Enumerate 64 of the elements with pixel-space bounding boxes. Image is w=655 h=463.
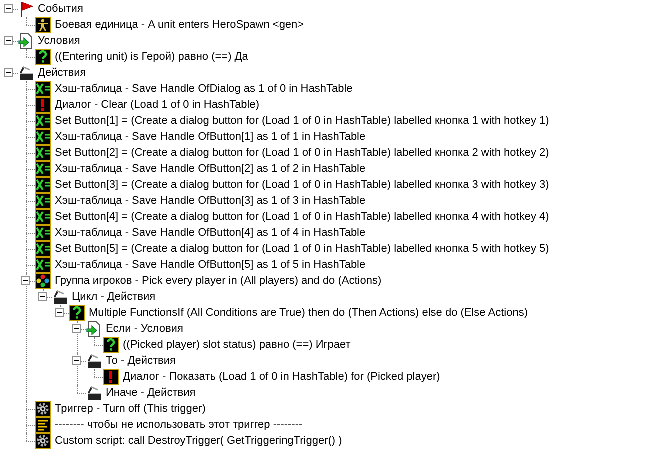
question-icon xyxy=(35,49,51,65)
comment-lines-icon xyxy=(35,417,51,433)
exclamation-icon xyxy=(35,97,51,113)
players-icon xyxy=(35,273,51,289)
collapse-toggle[interactable] xyxy=(4,36,13,45)
tree-item-label[interactable]: Хэш-таблица - Save Handle OfButton[4] as 1 of 4 in HashTable xyxy=(55,225,366,241)
tree-item-label[interactable]: Иначе - Действия xyxy=(106,385,196,401)
variable-icon xyxy=(35,209,51,225)
tree-item-label[interactable]: Диалог - Показать (Load 1 of 0 in HashTable) for (Picked player) xyxy=(123,369,440,385)
variable-icon xyxy=(35,225,51,241)
tree-item-label[interactable]: Если - Условия xyxy=(106,321,184,337)
collapse-toggle[interactable] xyxy=(4,68,13,77)
collapse-toggle[interactable] xyxy=(4,4,13,13)
collapse-toggle[interactable] xyxy=(72,356,81,365)
clapperboard-icon xyxy=(86,353,102,369)
variable-icon xyxy=(35,129,51,145)
question-icon xyxy=(103,337,119,353)
clapperboard-icon xyxy=(18,65,34,81)
tree-item-label[interactable]: Хэш-таблица - Save Handle OfDialog as 1 of 0 in HashTable xyxy=(55,81,353,97)
tree-item-label[interactable]: Set Button[3] = (Create a dialog button for (Load 1 of 0 in HashTable) labelled кнопка 3 with hotkey 3) xyxy=(55,177,550,193)
exclamation-icon xyxy=(103,369,119,385)
tree-item-label[interactable]: ((Picked player) slot status) равно (==) Играет xyxy=(123,337,351,353)
tree-item-label[interactable]: Триггер - Turn off (This trigger) xyxy=(55,401,206,417)
flag-icon xyxy=(18,1,34,17)
document-arrow-icon xyxy=(86,321,102,337)
tree-item-label[interactable]: Условия xyxy=(38,33,80,49)
tree-item-label[interactable]: Диалог - Clear (Load 1 of 0 in HashTable) xyxy=(55,97,260,113)
tree-item-label[interactable]: -------- чтобы не использовать этот триггер -------- xyxy=(55,417,303,433)
tree-item-label[interactable]: Set Button[1] = (Create a dialog button for (Load 1 of 0 in HashTable) labelled кнопка 1 with hotkey 1) xyxy=(55,113,550,129)
tree-item-label[interactable]: Действия xyxy=(38,65,86,81)
gear-icon xyxy=(35,401,51,417)
tree-item-label[interactable]: Хэш-таблица - Save Handle OfButton[5] as 1 of 5 in HashTable xyxy=(55,257,366,273)
tree-item-label[interactable]: Группа игроков - Pick every player in (All players) and do (Actions) xyxy=(55,273,382,289)
variable-icon xyxy=(35,193,51,209)
variable-icon xyxy=(35,145,51,161)
variable-icon xyxy=(35,161,51,177)
clapperboard-icon xyxy=(86,385,102,401)
collapse-toggle[interactable] xyxy=(72,324,81,333)
variable-icon xyxy=(35,257,51,273)
tree-item-label[interactable]: Set Button[5] = (Create a dialog button for (Load 1 of 0 in HashTable) labelled кнопка 5 with hotkey 5) xyxy=(55,241,550,257)
figure-icon xyxy=(35,17,51,33)
tree-item-label[interactable]: Хэш-таблица - Save Handle OfButton[3] as 1 of 3 in HashTable xyxy=(55,193,366,209)
tree-item-label[interactable]: События xyxy=(38,1,84,17)
tree-item-label[interactable]: То - Действия xyxy=(106,353,176,369)
collapse-toggle[interactable] xyxy=(21,276,30,285)
tree-item-label[interactable]: Цикл - Действия xyxy=(72,289,156,305)
variable-icon xyxy=(35,81,51,97)
gear-icon xyxy=(35,433,51,449)
variable-icon xyxy=(35,241,51,257)
collapse-toggle[interactable] xyxy=(38,292,47,301)
question-icon xyxy=(69,305,85,321)
tree-item-label[interactable]: Custom script: call DestroyTrigger( GetTriggeringTrigger() ) xyxy=(55,433,342,449)
tree-item-label[interactable]: Хэш-таблица - Save Handle OfButton[1] as 1 of 1 in HashTable xyxy=(55,129,366,145)
tree-item-label[interactable]: Set Button[2] = (Create a dialog button for (Load 1 of 0 in HashTable) labelled кнопка 2 with hotkey 2) xyxy=(55,145,550,161)
tree-item-label[interactable]: Боевая единица - A unit enters HeroSpawn <gen> xyxy=(55,17,304,33)
variable-icon xyxy=(35,177,51,193)
variable-icon xyxy=(35,113,51,129)
tree-item-label[interactable]: Хэш-таблица - Save Handle OfButton[2] as 1 of 2 in HashTable xyxy=(55,161,366,177)
collapse-toggle[interactable] xyxy=(55,308,64,317)
tree-item-label[interactable]: Set Button[4] = (Create a dialog button for (Load 1 of 0 in HashTable) labelled кнопка 4 with hotkey 4) xyxy=(55,209,550,225)
document-arrow-icon xyxy=(18,33,34,49)
tree-item-label[interactable]: ((Entering unit) is Герой) равно (==) Да xyxy=(55,49,248,65)
clapperboard-icon xyxy=(52,289,68,305)
tree-item-label[interactable]: Multiple FunctionsIf (All Conditions are True) then do (Then Actions) else do (Else Actions) xyxy=(89,305,528,321)
